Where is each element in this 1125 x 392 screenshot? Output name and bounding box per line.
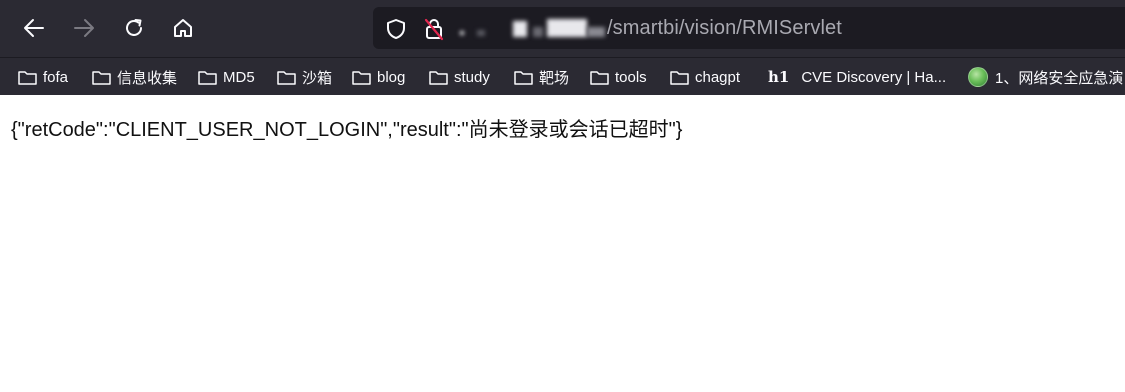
folder-icon [92, 70, 111, 85]
folder-icon [429, 70, 448, 85]
avatar-icon [968, 67, 988, 87]
bookmark-label: fofa [43, 68, 69, 86]
folder-icon [277, 70, 296, 85]
forward-arrow-icon [74, 19, 94, 37]
bookmark-label: MD5 [223, 68, 255, 86]
folder-icon [670, 70, 689, 85]
home-button[interactable] [165, 10, 201, 46]
bookmark-folder-fofa[interactable]: fofa [18, 66, 68, 88]
bookmark-label: study [454, 68, 490, 86]
forward-button[interactable] [66, 10, 102, 46]
bookmark-label: tools [615, 68, 647, 86]
bookmark-folder-chagpt[interactable]: chagpt [670, 66, 740, 88]
page-content: {"retCode":"CLIENT_USER_NOT_LOGIN","resu… [0, 96, 1125, 392]
redacted-host-blur [547, 19, 587, 37]
bookmark-folder-range[interactable]: 靶场 [514, 66, 569, 88]
reload-button[interactable] [116, 10, 152, 46]
folder-icon [352, 70, 371, 85]
url-path-text[interactable]: /smartbi/vision/RMIServlet [607, 17, 842, 40]
tracking-protection-shield-icon[interactable] [385, 18, 407, 40]
redacted-host-blur [460, 31, 464, 35]
back-button[interactable] [16, 10, 52, 46]
bookmark-label: chagpt [695, 68, 741, 86]
reload-icon [126, 19, 142, 36]
redacted-host-blur [477, 30, 485, 36]
folder-icon [198, 70, 217, 85]
redacted-host-blur [587, 27, 605, 37]
bookmark-label: CVE Discovery | Ha... [801, 68, 947, 86]
bookmark-folder-info-gathering[interactable]: 信息收集 [92, 66, 177, 88]
bookmark-label: 1、网络安全应急演 [995, 69, 1124, 87]
home-icon [174, 19, 192, 37]
folder-icon [514, 70, 533, 85]
bookmark-label: 靶场 [539, 69, 570, 87]
bookmark-emergency-drill[interactable]: 1、网络安全应急演 [968, 66, 1123, 88]
redacted-host-blur [533, 27, 543, 37]
folder-icon [590, 70, 609, 85]
h1-icon: h1 [768, 68, 790, 86]
bookmark-folder-sandbox[interactable]: 沙箱 [277, 66, 332, 88]
bookmark-label: 沙箱 [302, 69, 333, 87]
bookmark-cve-discovery[interactable]: h1 CVE Discovery | Ha... [768, 66, 946, 88]
bookmark-folder-study[interactable]: study [429, 66, 490, 88]
address-bar[interactable]: /smartbi/vision/RMIServlet [373, 7, 1125, 49]
back-arrow-icon [24, 19, 44, 37]
browser-toolbar: /smartbi/vision/RMIServlet [0, 0, 1125, 57]
bookmark-label: blog [377, 68, 406, 86]
bookmark-folder-tools[interactable]: tools [590, 66, 647, 88]
redacted-host-blur [513, 21, 527, 37]
bookmarks-toolbar: fofa 信息收集 MD5 沙箱 blog study 靶场 tools cha… [0, 57, 1125, 95]
folder-icon [18, 70, 37, 85]
bookmark-folder-md5[interactable]: MD5 [198, 66, 255, 88]
bookmark-folder-blog[interactable]: blog [352, 66, 405, 88]
json-response-text: {"retCode":"CLIENT_USER_NOT_LOGIN","resu… [11, 119, 683, 141]
insecure-lock-icon[interactable] [423, 17, 445, 41]
bookmark-label: 信息收集 [117, 69, 178, 87]
